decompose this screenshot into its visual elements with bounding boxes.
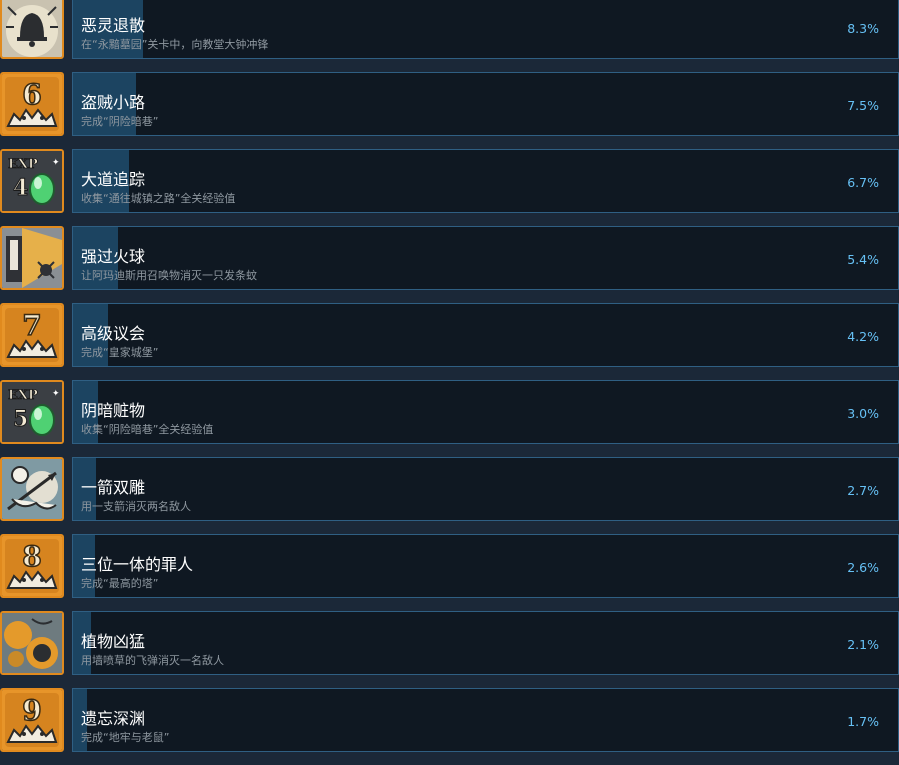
- achievement-progress-bar: 阴暗赃物 收集“阴险暗巷”全关经验值 3.0%: [72, 380, 899, 444]
- svg-text:7: 7: [22, 309, 41, 342]
- plant-icon: [0, 611, 64, 675]
- unlock-percentage: 7.5%: [847, 98, 879, 113]
- unlock-percentage: 2.1%: [847, 637, 879, 652]
- svg-text:✦: ✦: [52, 389, 60, 399]
- achievement-progress-bar: 三位一体的罪人 完成“最高的塔” 2.6%: [72, 534, 899, 598]
- unlock-percentage: 2.7%: [847, 483, 879, 498]
- achievement-description: 完成“阴险暗巷”: [81, 115, 159, 128]
- achievement-title: 三位一体的罪人: [81, 555, 194, 574]
- achievement-progress-bar: 强过火球 让阿玛迪斯用召唤物消灭一只发条蚊 5.4%: [72, 226, 899, 290]
- achievement-progress-bar: 盗贼小路 完成“阴险暗巷” 7.5%: [72, 72, 899, 136]
- achievement-description: 完成“最高的塔”: [81, 577, 159, 590]
- achievement-title: 遗忘深渊: [81, 709, 146, 728]
- unlock-percentage: 5.4%: [847, 252, 879, 267]
- achievement-progress-bar: 一箭双雕 用一支箭消灭两名敌人 2.7%: [72, 457, 899, 521]
- achievement-title: 植物凶猛: [81, 632, 146, 651]
- arrow-strike-icon: [0, 457, 64, 521]
- achievement-description: 用墙喷草的飞弹消灭一名敌人: [81, 654, 224, 667]
- achievement-row: 8 三位一体的罪人 完成“最高的塔” 2.6%: [0, 534, 899, 611]
- achievement-title: 恶灵退散: [81, 16, 146, 35]
- achievement-row: 一箭双雕 用一支箭消灭两名敌人 2.7%: [0, 457, 899, 534]
- achievement-row: 植物凶猛 用墙喷草的飞弹消灭一名敌人 2.1%: [0, 611, 899, 688]
- achievement-progress-bar: 植物凶猛 用墙喷草的飞弹消灭一名敌人 2.1%: [72, 611, 899, 675]
- level-badge-icon: 7: [0, 303, 64, 367]
- level-badge-icon: 8: [0, 534, 64, 598]
- exp-gem-icon: EXP 4 ✦: [0, 149, 64, 213]
- level-badge-icon: 6: [0, 72, 64, 136]
- unlock-percentage: 6.7%: [847, 175, 879, 190]
- achievement-row: EXP 4 ✦ 大道追踪 收集“通往城镇之路”全关经验值 6.7%: [0, 149, 899, 226]
- unlock-percentage: 8.3%: [847, 21, 879, 36]
- achievement-description: 完成“皇家城堡”: [81, 346, 159, 359]
- svg-text:8: 8: [22, 540, 41, 573]
- achievement-title: 高级议会: [81, 324, 146, 343]
- achievement-description: 收集“通往城镇之路”全关经验值: [81, 192, 236, 205]
- achievement-progress-bar: 恶灵退散 在“永黯墓园”关卡中，向教堂大钟冲锋 8.3%: [72, 0, 899, 59]
- achievement-row: 强过火球 让阿玛迪斯用召唤物消灭一只发条蚊 5.4%: [0, 226, 899, 303]
- achievement-row: 恶灵退散 在“永黯墓园”关卡中，向教堂大钟冲锋 8.3%: [0, 0, 899, 72]
- achievement-title: 阴暗赃物: [81, 401, 146, 420]
- achievement-progress-bar: 遗忘深渊 完成“地牢与老鼠” 1.7%: [72, 688, 899, 752]
- svg-text:EXP: EXP: [8, 157, 38, 172]
- achievement-description: 完成“地牢与老鼠”: [81, 731, 170, 744]
- summon-icon: [0, 226, 64, 290]
- achievement-title: 一箭双雕: [81, 478, 146, 497]
- achievement-description: 让阿玛迪斯用召唤物消灭一只发条蚊: [81, 269, 257, 282]
- achievement-description: 用一支箭消灭两名敌人: [81, 500, 191, 513]
- achievement-progress-bar: 大道追踪 收集“通往城镇之路”全关经验值 6.7%: [72, 149, 899, 213]
- achievement-progress-bar: 高级议会 完成“皇家城堡” 4.2%: [72, 303, 899, 367]
- achievement-row: 6 盗贼小路 完成“阴险暗巷” 7.5%: [0, 72, 899, 149]
- svg-text:4: 4: [13, 175, 28, 201]
- unlock-percentage: 1.7%: [847, 714, 879, 729]
- exp-gem-icon: EXP 5 ✦: [0, 380, 64, 444]
- svg-text:6: 6: [22, 78, 41, 111]
- level-badge-icon: 9: [0, 688, 64, 752]
- achievement-list: 恶灵退散 在“永黯墓园”关卡中，向教堂大钟冲锋 8.3% 6 盗贼小路 完成“阴…: [0, 0, 899, 765]
- svg-text:5: 5: [13, 406, 28, 432]
- unlock-percentage: 4.2%: [847, 329, 879, 344]
- achievement-row: 7 高级议会 完成“皇家城堡” 4.2%: [0, 303, 899, 380]
- svg-text:✦: ✦: [52, 158, 60, 168]
- svg-text:9: 9: [22, 694, 41, 727]
- achievement-title: 大道追踪: [81, 170, 146, 189]
- svg-text:EXP: EXP: [8, 388, 38, 403]
- achievement-title: 强过火球: [81, 247, 146, 266]
- unlock-percentage: 3.0%: [847, 406, 879, 421]
- bell-icon: [0, 0, 64, 59]
- achievement-description: 在“永黯墓园”关卡中，向教堂大钟冲锋: [81, 38, 269, 51]
- achievement-row: EXP 5 ✦ 阴暗赃物 收集“阴险暗巷”全关经验值 3.0%: [0, 380, 899, 457]
- achievement-row: 9 遗忘深渊 完成“地牢与老鼠” 1.7%: [0, 688, 899, 765]
- achievement-description: 收集“阴险暗巷”全关经验值: [81, 423, 214, 436]
- unlock-percentage: 2.6%: [847, 560, 879, 575]
- achievement-title: 盗贼小路: [81, 93, 146, 112]
